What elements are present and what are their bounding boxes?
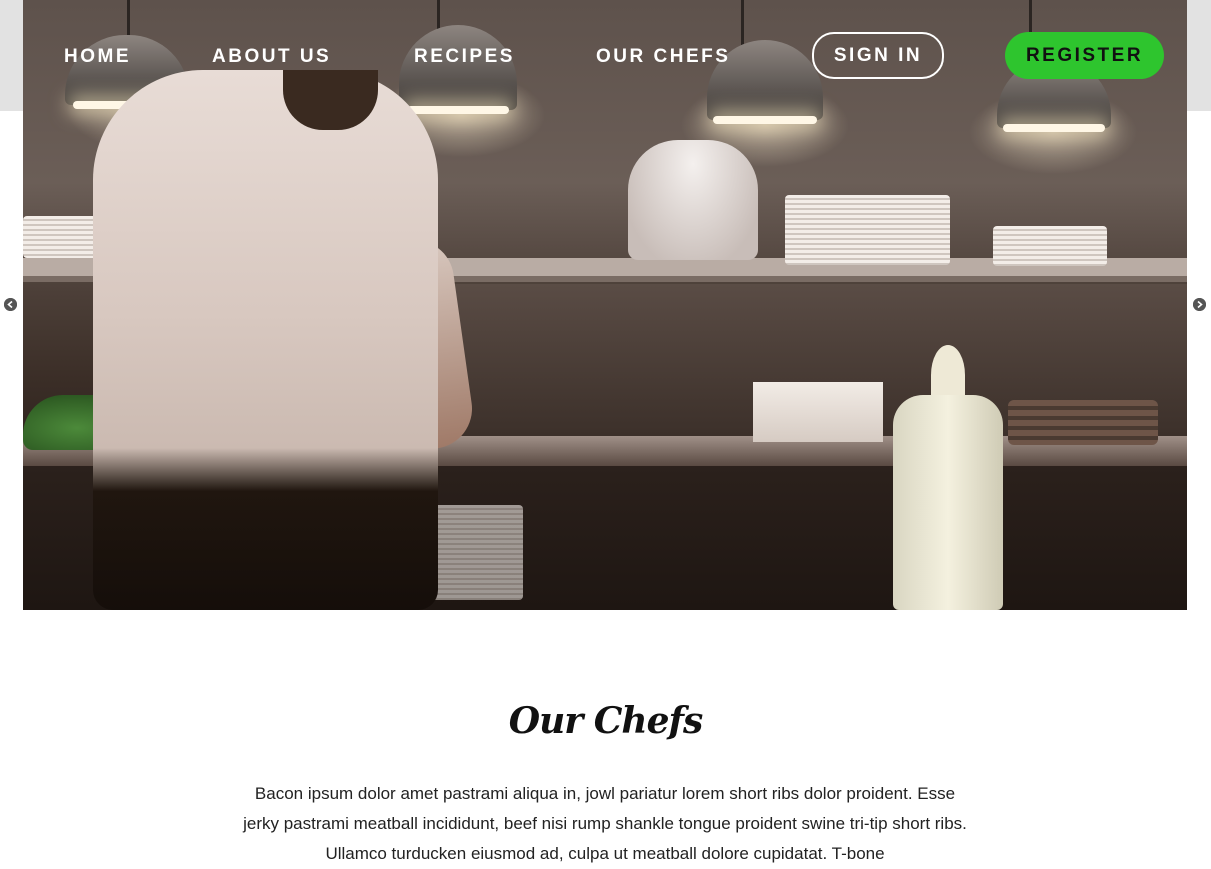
sign-in-button[interactable]: SIGN IN <box>812 32 944 79</box>
plate-stack <box>423 505 523 600</box>
cutting-boards <box>1008 400 1158 445</box>
food-boxes <box>753 382 883 442</box>
hero-kitchen-image <box>23 0 1187 610</box>
nav-about-us[interactable]: ABOUT US <box>212 45 331 69</box>
arrow-right-circle-icon <box>1193 298 1206 311</box>
arrow-left-circle-icon <box>4 298 17 311</box>
nav-home[interactable]: HOME <box>64 45 131 69</box>
section-title: Our Chefs <box>508 700 704 742</box>
lamp-glow <box>1003 124 1105 132</box>
carousel-next-button[interactable] <box>1193 298 1206 311</box>
register-button[interactable]: REGISTER <box>1005 32 1164 79</box>
carousel-prev-button[interactable] <box>4 298 17 311</box>
plate-stack <box>993 226 1107 266</box>
plate-stack <box>785 195 950 265</box>
section-description: Bacon ipsum dolor amet pastrami aliqua i… <box>243 784 967 863</box>
lamp-wire <box>741 0 744 45</box>
lamp-wire <box>127 0 130 40</box>
lamp-wire <box>437 0 440 30</box>
plate-stack <box>23 216 98 258</box>
nav-our-chefs[interactable]: OUR CHEFS <box>596 45 730 69</box>
nav-recipes[interactable]: RECIPES <box>414 45 515 69</box>
lamp-glow <box>713 116 817 124</box>
squeeze-bottle <box>893 395 1003 610</box>
lamp-glow <box>407 106 509 114</box>
chef-figure <box>628 140 758 260</box>
chef-figure-main <box>93 70 438 610</box>
chef-head <box>283 70 378 130</box>
